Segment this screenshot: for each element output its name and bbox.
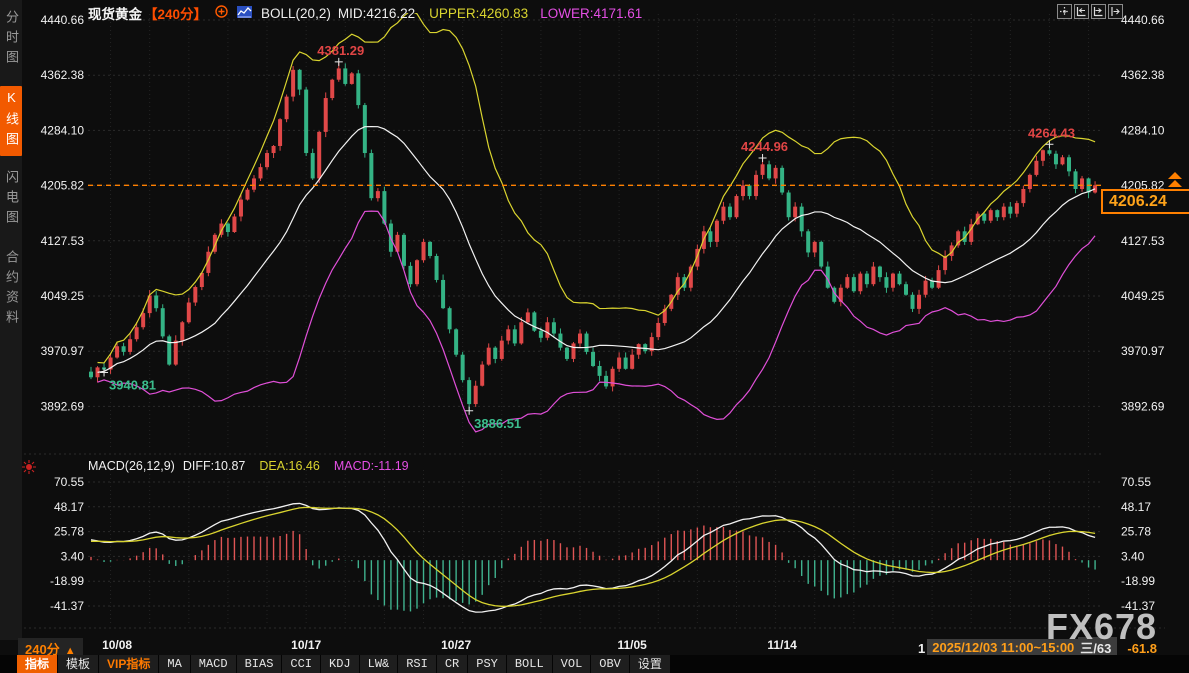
period-label[interactable]: 【240分】: [144, 3, 207, 23]
svg-text:4440.66: 4440.66: [41, 13, 85, 27]
boll-upper-value: UPPER:4260.83: [429, 6, 528, 21]
indicator-toolbar: 指标模板VIP指标MAMACDBIASCCIKDJLW&RSICRPSYBOLL…: [0, 655, 1189, 673]
boll-mid-value: MID:4216.22: [338, 6, 415, 21]
svg-text:4049.25: 4049.25: [1121, 289, 1165, 303]
svg-text:4127.53: 4127.53: [1121, 234, 1165, 248]
svg-text:70.55: 70.55: [1121, 475, 1151, 489]
svg-text:3892.69: 3892.69: [1121, 399, 1165, 413]
toolbar-button-指标[interactable]: 指标: [17, 655, 57, 673]
sidebar-tab-1[interactable]: K线图: [0, 86, 22, 156]
scale-right-icon[interactable]: [1091, 4, 1106, 19]
svg-text:-41.37: -41.37: [1121, 599, 1155, 613]
move-crosshair-icon[interactable]: [1057, 4, 1072, 19]
svg-text:4284.10: 4284.10: [41, 123, 85, 137]
price-arrow-icon: [1168, 172, 1182, 179]
toolbar-button-RSI[interactable]: RSI: [398, 655, 436, 673]
svg-text:48.17: 48.17: [54, 500, 84, 514]
svg-text:25.78: 25.78: [54, 525, 84, 539]
scale-left-icon[interactable]: [1074, 4, 1089, 19]
sidebar-tab-0[interactable]: 分时图: [0, 6, 22, 74]
svg-text:4362.38: 4362.38: [41, 68, 85, 82]
boll-lower-line: [98, 211, 1096, 432]
bar-change-value: -61.8: [1127, 641, 1157, 656]
price-annotations: 3940.81 4381.29 3886.51 4244.96 4264.43: [100, 43, 1075, 431]
svg-text:3892.69: 3892.69: [41, 399, 85, 413]
svg-text:-18.99: -18.99: [50, 574, 84, 588]
toolbar-button-VIP指标[interactable]: VIP指标: [99, 655, 158, 673]
chart-scale-controls: [1057, 4, 1123, 19]
boll-lower-value: LOWER:4171.61: [540, 6, 642, 21]
extreme-price-label: 4264.43: [1028, 125, 1075, 140]
svg-text:3970.97: 3970.97: [1121, 344, 1165, 358]
candlesticks: [89, 62, 1097, 411]
svg-text:4049.25: 4049.25: [41, 289, 85, 303]
extreme-price-label: 3940.81: [109, 377, 156, 392]
svg-text:3970.97: 3970.97: [41, 344, 85, 358]
toolbar-button-CR[interactable]: CR: [437, 655, 467, 673]
extreme-price-label: 4381.29: [317, 43, 364, 58]
chart-type-sidebar: 分时图 K线图闪电图合约资料: [0, 0, 22, 640]
toolbar-button-KDJ[interactable]: KDJ: [321, 655, 359, 673]
extreme-price-label: 3886.51: [474, 416, 521, 431]
toolbar-button-CCI[interactable]: CCI: [282, 655, 320, 673]
current-price-box: 4206.24: [1101, 189, 1189, 214]
svg-text:4127.53: 4127.53: [41, 234, 85, 248]
chart-header: 现货黄金 【240分】 BOLL(20,2) MID:4216.22 UPPER…: [88, 3, 642, 23]
boll-mid-line: [98, 127, 1096, 373]
toolbar-button-MA[interactable]: MA: [159, 655, 189, 673]
toolbar-button-PSY[interactable]: PSY: [468, 655, 506, 673]
toolbar-button-设置[interactable]: 设置: [630, 655, 670, 673]
toolbar-button-模板[interactable]: 模板: [58, 655, 98, 673]
toolbar-button-OBV[interactable]: OBV: [591, 655, 629, 673]
symbol-name: 现货黄金: [88, 3, 142, 23]
svg-text:4362.38: 4362.38: [1121, 68, 1165, 82]
add-indicator-icon[interactable]: [215, 5, 228, 21]
svg-text:4440.66: 4440.66: [1121, 13, 1165, 27]
bollinger-bands: [98, 11, 1096, 432]
boll-upper-line: [98, 11, 1096, 363]
extreme-price-label: 4244.96: [741, 139, 788, 154]
macd-dea-value: DEA:16.46: [259, 459, 319, 473]
trading-app-window: 4440.66 4440.66 4362.38 4362.38 4284.10 4284.…: [0, 0, 1189, 673]
svg-text:-41.37: -41.37: [50, 599, 84, 613]
indicator-alert-icon[interactable]: [21, 459, 37, 480]
svg-text:48.17: 48.17: [1121, 500, 1151, 514]
macd-macd-value: MACD:-11.19: [334, 459, 409, 473]
toolbar-button-VOL[interactable]: VOL: [553, 655, 591, 673]
svg-text:11/14: 11/14: [767, 638, 797, 652]
svg-text:25.78: 25.78: [1121, 525, 1151, 539]
macd-diff-value: DIFF:10.87: [183, 459, 246, 473]
toolbar-button-MACD[interactable]: MACD: [191, 655, 236, 673]
macd-header: MACD(26,12,9) DIFF:10.87 DEA:16.46 MACD:…: [88, 459, 409, 473]
svg-text:3.40: 3.40: [1121, 549, 1145, 563]
svg-text:3.40: 3.40: [61, 549, 85, 563]
svg-text:4284.10: 4284.10: [1121, 123, 1165, 137]
macd-name: MACD(26,12,9): [88, 459, 175, 473]
svg-text:11/05: 11/05: [617, 638, 647, 652]
pan-right-icon[interactable]: [1108, 4, 1123, 19]
svg-text:10/08: 10/08: [102, 638, 132, 652]
toolbar-button-LW&[interactable]: LW&: [360, 655, 398, 673]
svg-text:-18.99: -18.99: [1121, 574, 1155, 588]
price-macd-chart: 4440.66 4440.66 4362.38 4362.38 4284.10 4284.…: [0, 0, 1189, 655]
toolbar-button-BIAS[interactable]: BIAS: [237, 655, 282, 673]
toolbar-button-BOLL[interactable]: BOLL: [507, 655, 552, 673]
svg-text:10/27: 10/27: [441, 638, 471, 652]
sidebar-tab-2[interactable]: 闪电图: [0, 166, 22, 234]
mini-chart-icon[interactable]: [237, 6, 252, 21]
status-prefix: 1: [918, 641, 925, 656]
sidebar-tab-3[interactable]: 合约资料: [0, 246, 22, 334]
macd-pane: [91, 503, 1095, 612]
svg-text:4205.82: 4205.82: [41, 179, 85, 193]
svg-text:10/17: 10/17: [291, 638, 321, 652]
svg-text:70.55: 70.55: [54, 475, 84, 489]
boll-label: BOLL(20,2): [261, 6, 331, 21]
